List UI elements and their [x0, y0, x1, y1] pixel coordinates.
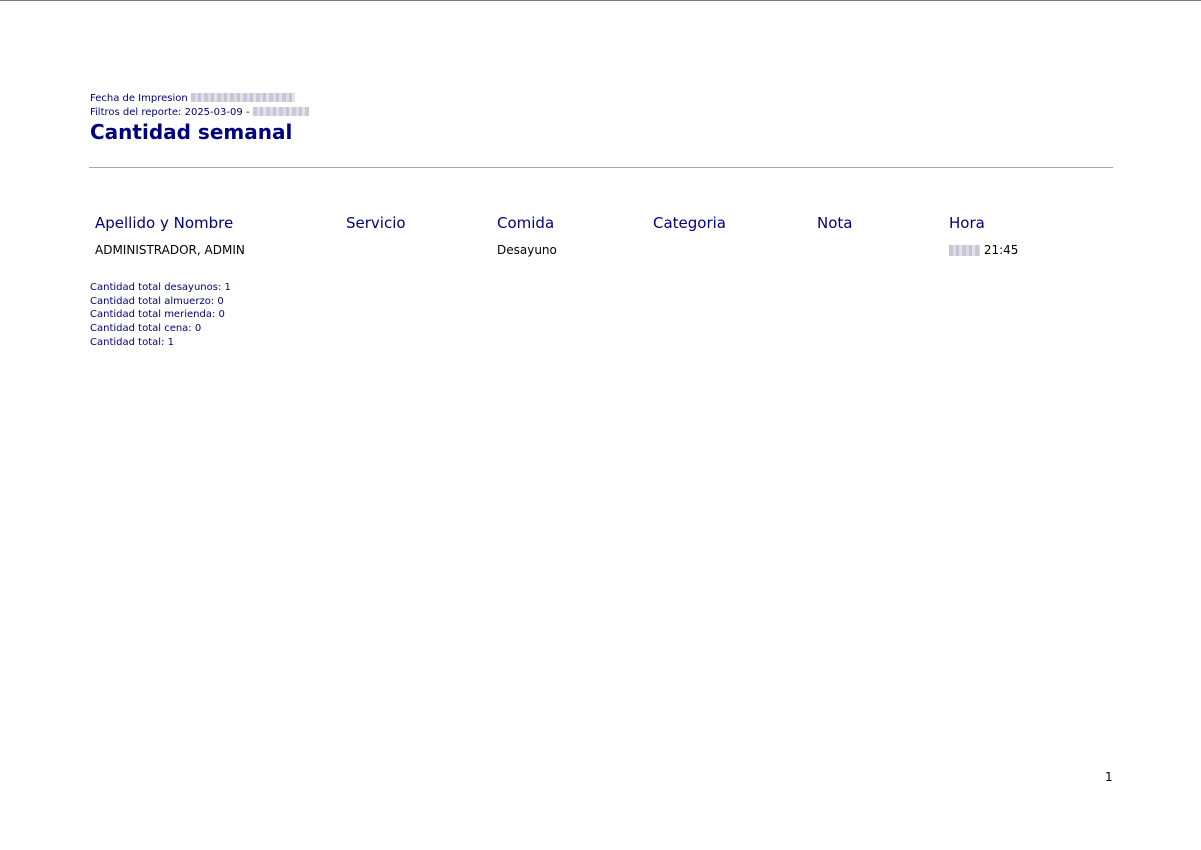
total-desayunos: Cantidad total desayunos: 1	[90, 282, 231, 293]
print-date-line: Fecha de Impresion	[90, 92, 295, 105]
column-header-categoria: Categoria	[653, 214, 727, 232]
cell-comida: Desayuno	[497, 243, 557, 257]
cell-hora-time: 21:45	[983, 243, 1019, 257]
column-header-nota: Nota	[817, 214, 853, 232]
total-merienda: Cantidad total merienda: 0	[90, 309, 225, 321]
header-divider	[89, 167, 1113, 168]
report-title: Cantidad semanal	[90, 120, 293, 144]
column-header-comida: Comida	[497, 214, 555, 232]
total-cena: Cantidad total cena: 0	[90, 323, 202, 335]
page-top-border	[0, 0, 1201, 1]
column-header-apellido-nombre: Apellido y Nombre	[95, 214, 234, 232]
print-date-label: Fecha de Impresion	[90, 93, 188, 104]
column-header-servicio: Servicio	[346, 214, 406, 232]
report-filters-label: Filtros del reporte: 2025-03-09 -	[90, 107, 250, 118]
redacted-hora-date	[949, 245, 980, 256]
total-almuerzo: Cantidad total almuerzo: 0	[90, 295, 224, 307]
totals-summary: Cantidad total desayunos: 1 Cantidad tot…	[90, 281, 231, 350]
redacted-filter-end-date	[252, 107, 309, 116]
cell-apellido-nombre: ADMINISTRADOR, ADMIN	[95, 243, 245, 257]
report-filters-line: Filtros del reporte: 2025-03-09 -	[90, 106, 309, 119]
column-header-hora: Hora	[949, 214, 985, 232]
page-number: 1	[1105, 770, 1113, 784]
cell-hora: 21:45	[949, 242, 1018, 259]
total-general: Cantidad total: 1	[90, 336, 174, 348]
redacted-print-date	[190, 93, 295, 102]
